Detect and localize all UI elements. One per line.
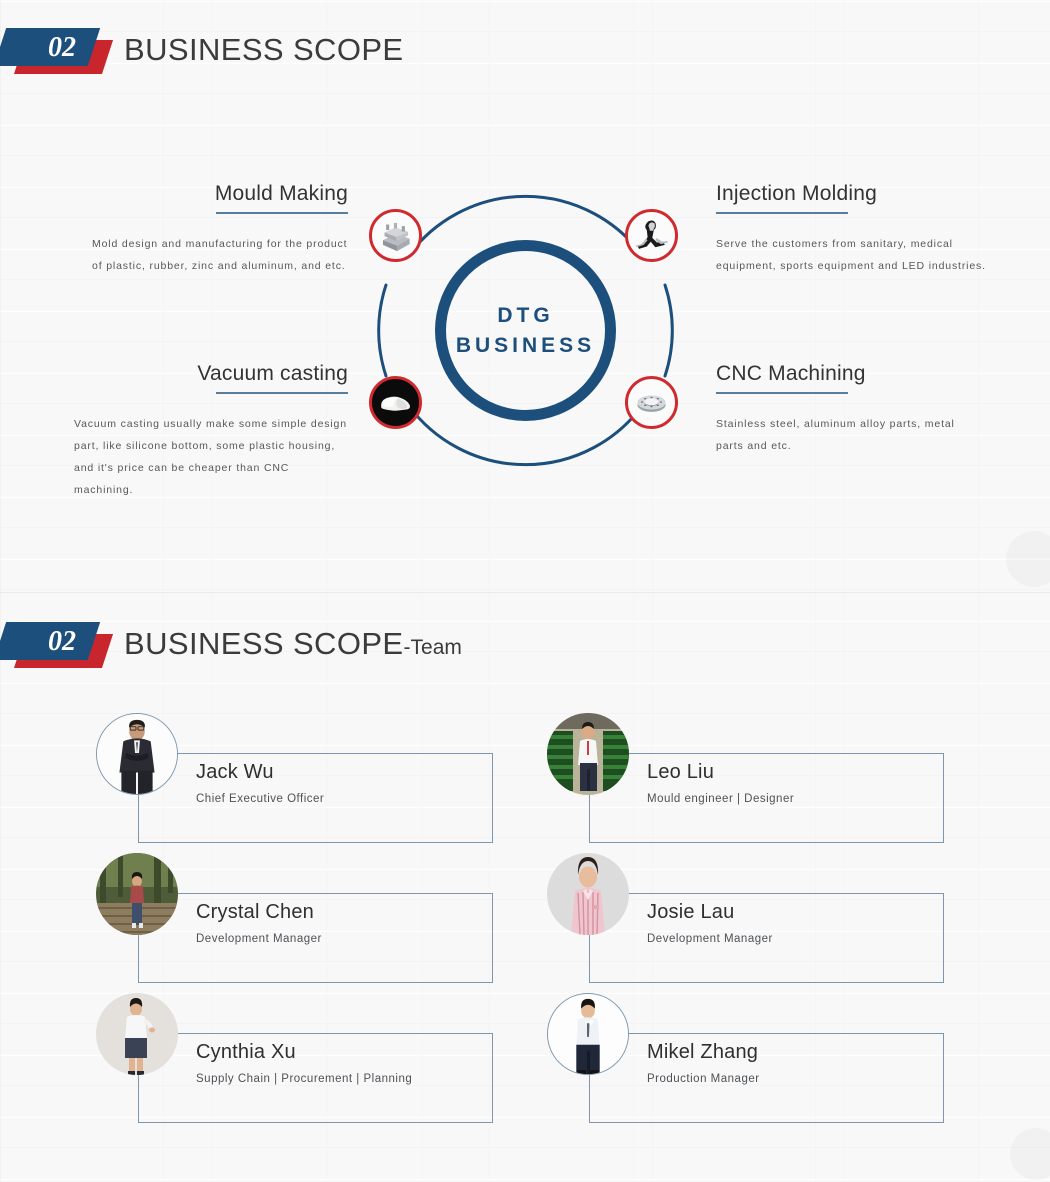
service-title-underline	[216, 212, 348, 214]
team-card-text: Josie Lau Development Manager	[647, 901, 773, 945]
mould-tool-icon[interactable]	[369, 209, 422, 262]
silicone-part-icon[interactable]	[369, 376, 422, 429]
cnc-flange-icon[interactable]	[625, 376, 678, 429]
team-member-role: Chief Executive Officer	[196, 793, 325, 805]
avatar-photo-jack-wu	[97, 714, 177, 794]
injection-part-glyph	[635, 220, 668, 249]
avatar	[96, 713, 178, 795]
avatar	[547, 853, 629, 935]
section-divider	[0, 592, 1050, 593]
team-member-name: Jack Wu	[196, 761, 274, 783]
avatar-photo-crystal-chen	[96, 853, 178, 935]
section-header-business-scope-team: 02 BUSINESS SCOPE-Team	[0, 622, 462, 668]
team-member-role: Development Manager	[196, 933, 322, 945]
inner-ring	[435, 240, 616, 421]
section-badge: 02	[0, 28, 114, 74]
team-member-name: Crystal Chen	[196, 901, 314, 923]
team-member-name: Leo Liu	[647, 761, 715, 783]
section-title-text: BUSINESS SCOPE	[124, 32, 404, 67]
section-badge: 02	[0, 622, 114, 668]
service-body: Stainless steel, aluminum alloy parts, m…	[716, 418, 955, 452]
avatar	[547, 993, 629, 1075]
badge-number: 02	[48, 626, 76, 657]
team-member-name: Josie Lau	[647, 901, 735, 923]
team-member-name: Cynthia Xu	[196, 1041, 296, 1063]
team-member-role: Development Manager	[647, 933, 773, 945]
section-title-suffix: -Team	[403, 636, 462, 659]
service-title: CNC Machining	[716, 362, 866, 385]
avatar-photo-cynthia-xu	[96, 993, 178, 1075]
team-card-text: Jack Wu Chief Executive Officer	[196, 761, 324, 805]
team-card-text: Cynthia Xu Supply Chain | Procurement | …	[196, 1041, 412, 1085]
injection-part-icon[interactable]	[625, 209, 678, 262]
service-body: Vacuum casting usually make some simple …	[74, 418, 347, 496]
avatar	[96, 993, 178, 1075]
team-member-role: Supply Chain | Procurement | Planning	[196, 1073, 413, 1085]
service-block-cnc-machining: CNC Machining Stainless steel, aluminum …	[716, 362, 986, 457]
service-block-vacuum-casting: Vacuum casting Vacuum casting usually ma…	[74, 362, 348, 501]
service-body: Mold design and manufacturing for the pr…	[92, 238, 348, 272]
avatar	[96, 853, 178, 935]
service-title-underline	[716, 212, 848, 214]
service-title-underline	[716, 392, 848, 394]
team-card-text: Mikel Zhang Production Manager	[647, 1041, 760, 1085]
silicone-part-glyph	[381, 396, 410, 411]
team-card-text: Leo Liu Mould engineer | Designer	[647, 761, 794, 805]
avatar-photo-leo-liu	[547, 713, 629, 795]
service-title: Injection Molding	[716, 182, 877, 205]
page-title: BUSINESS SCOPE-Team	[124, 626, 462, 662]
avatar	[547, 713, 629, 795]
service-block-injection-molding: Injection Molding Serve the customers fr…	[716, 182, 986, 277]
arc-right	[663, 283, 674, 378]
team-card-border	[589, 1033, 944, 1123]
service-title: Mould Making	[214, 182, 348, 205]
page-title: BUSINESS SCOPE	[124, 32, 404, 68]
arc-left	[377, 283, 388, 378]
section-header-business-scope: 02 BUSINESS SCOPE	[0, 28, 404, 74]
section-title-text: BUSINESS SCOPE	[124, 626, 404, 661]
service-body: Serve the customers from sanitary, medic…	[716, 238, 986, 272]
service-title-underline	[216, 392, 348, 394]
avatar-photo-mikel-zhang	[548, 994, 628, 1074]
service-block-mould-making: Mould Making Mold design and manufacturi…	[92, 182, 348, 277]
team-card-text: Crystal Chen Development Manager	[196, 901, 322, 945]
badge-number: 02	[48, 32, 76, 63]
service-title: Vacuum casting	[197, 362, 348, 385]
cnc-flange-glyph	[637, 395, 666, 412]
mould-tool-glyph	[382, 222, 410, 252]
team-member-name: Mikel Zhang	[647, 1041, 759, 1063]
avatar-photo-josie-lau	[547, 853, 629, 935]
team-member-role: Mould engineer | Designer	[647, 793, 795, 805]
team-member-role: Production Manager	[647, 1073, 760, 1085]
